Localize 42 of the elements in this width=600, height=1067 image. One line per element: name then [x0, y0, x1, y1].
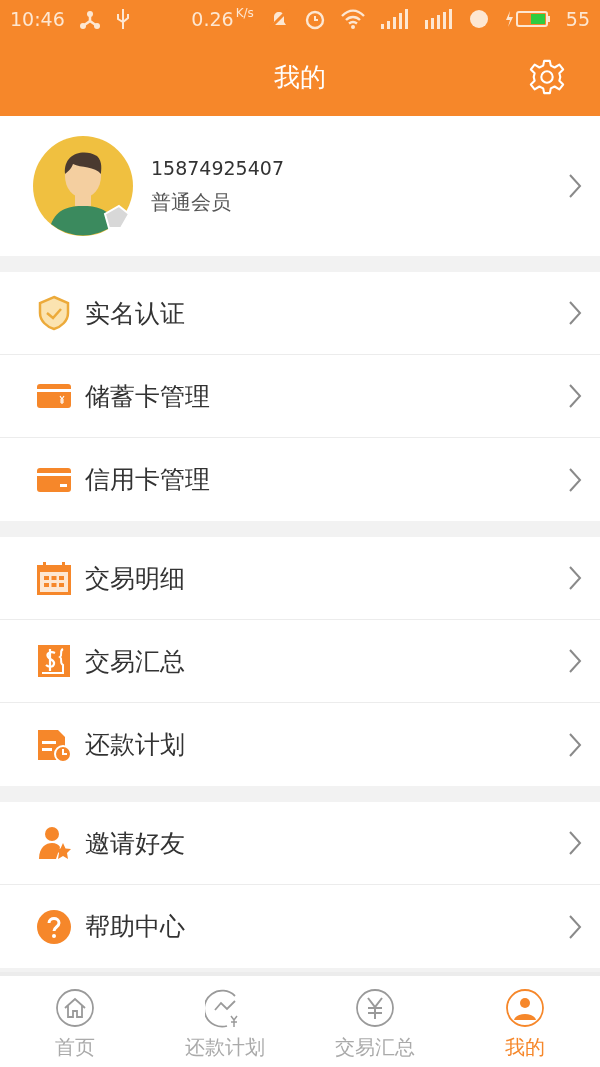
profile-card[interactable]: 15874925407 普通会员	[0, 116, 600, 256]
menu-item[interactable]: 实名认证	[0, 272, 600, 355]
chevron-right-icon	[568, 565, 582, 591]
menu-item[interactable]: 帮助中心	[0, 885, 600, 968]
chevron-right-icon	[568, 913, 582, 940]
chevron-right-icon	[568, 648, 582, 674]
network-speed: 0.26	[191, 8, 234, 30]
menu-item[interactable]: 邀请好友	[0, 802, 600, 885]
calendar-icon	[36, 560, 72, 596]
chevron-right-icon	[568, 300, 582, 326]
money-icon	[36, 643, 72, 679]
chevron-right-icon	[568, 466, 582, 493]
share-icon	[78, 8, 101, 30]
status-time: 10:46	[10, 8, 65, 30]
avatar-icon	[33, 136, 133, 236]
chevron-right-icon	[568, 830, 582, 856]
battery-level: 55	[565, 8, 590, 30]
shield-check-icon	[36, 295, 72, 331]
chevron-right-icon	[568, 173, 582, 199]
alarm-icon	[303, 8, 326, 30]
chevron-right-icon	[568, 383, 582, 409]
page-title: 我的	[274, 60, 326, 94]
menu-item[interactable]: 交易明细	[0, 537, 600, 620]
menu-item[interactable]: 交易汇总	[0, 620, 600, 703]
help-icon	[36, 908, 72, 945]
battery-icon	[503, 8, 552, 30]
chevron-right-icon	[568, 731, 582, 758]
user-star-icon	[36, 825, 72, 861]
phone-number: 15874925407	[151, 156, 285, 179]
menu-item[interactable]: 还款计划	[0, 703, 600, 786]
home-icon	[55, 988, 95, 1028]
user-icon	[505, 988, 545, 1028]
settings-icon[interactable]	[528, 58, 566, 96]
member-level: 普通会员	[151, 188, 232, 216]
menu-item[interactable]: 信用卡管理	[0, 438, 600, 521]
menu-item[interactable]: 储蓄卡管理	[0, 355, 600, 438]
signal-icon	[423, 8, 454, 30]
signal-icon	[379, 8, 410, 30]
usb-icon	[114, 8, 131, 30]
speed-unit: K/s	[235, 6, 254, 20]
yuan-icon	[355, 988, 395, 1028]
wifi-icon	[339, 8, 366, 30]
